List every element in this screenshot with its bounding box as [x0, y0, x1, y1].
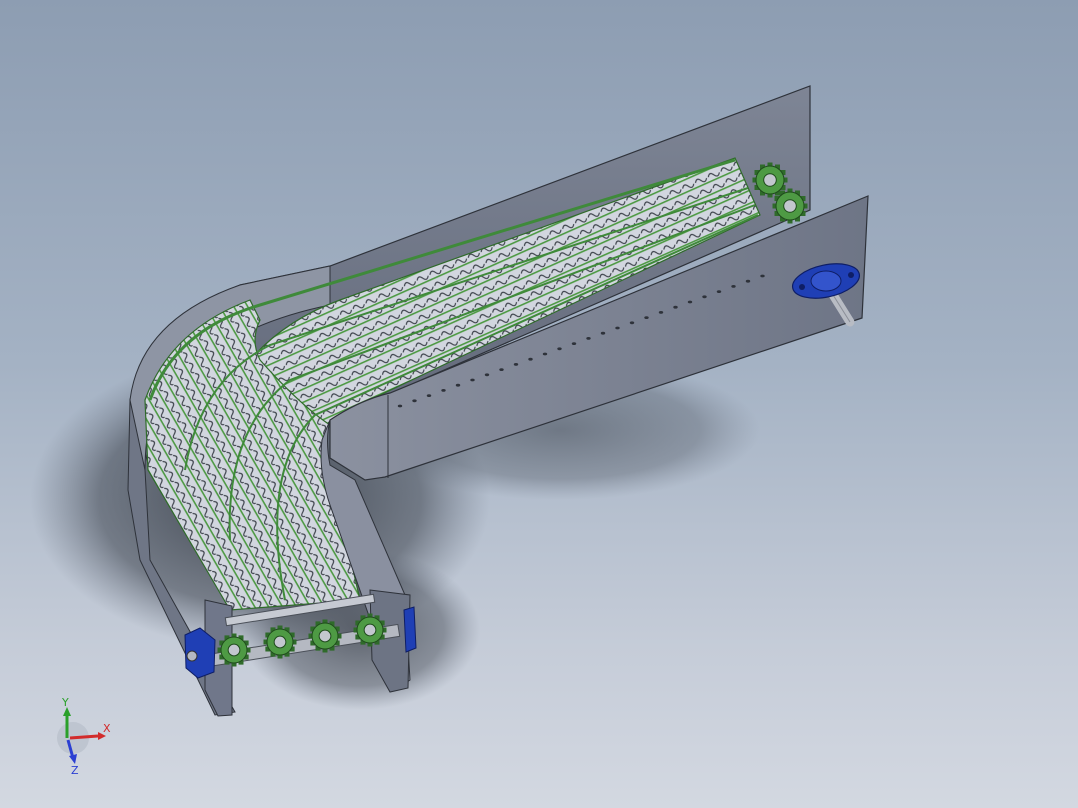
wall-hole [658, 311, 664, 314]
wall-hole [644, 316, 649, 319]
wall-hole [528, 357, 533, 361]
x-axis-label: X [103, 722, 111, 735]
wall-hole [716, 290, 722, 293]
wall-hole [542, 352, 548, 356]
wall-hole [397, 404, 403, 408]
graphics-viewport[interactable]: X Y Z [0, 0, 1078, 808]
wall-hole [629, 321, 635, 325]
coordinate-triad: X Y Z [57, 696, 111, 777]
wall-hole [745, 279, 751, 283]
wall-hole [455, 383, 461, 387]
front-right-bearing [403, 606, 417, 653]
wall-hole [557, 347, 562, 351]
wall-hole [586, 337, 591, 340]
wall-hole [687, 300, 693, 304]
wall-hole [499, 368, 504, 371]
wall-hole [615, 326, 620, 330]
wall-hole [426, 394, 432, 397]
wall-hole [470, 378, 475, 382]
wall-hole [441, 389, 446, 392]
wall-hole [702, 295, 707, 299]
wall-hole [760, 274, 765, 278]
wall-hole [600, 331, 606, 335]
z-axis-arrow [69, 754, 77, 764]
x-axis-line [69, 734, 99, 740]
conveyor-model[interactable] [0, 0, 1078, 808]
wall-hole [571, 342, 577, 345]
wall-hole [412, 399, 417, 403]
z-axis-label: Z [71, 764, 79, 777]
y-axis-label: Y [61, 696, 69, 709]
wall-hole [731, 285, 736, 288]
wall-hole [673, 305, 678, 309]
wall-hole [513, 363, 519, 366]
wall-hole [484, 373, 490, 377]
